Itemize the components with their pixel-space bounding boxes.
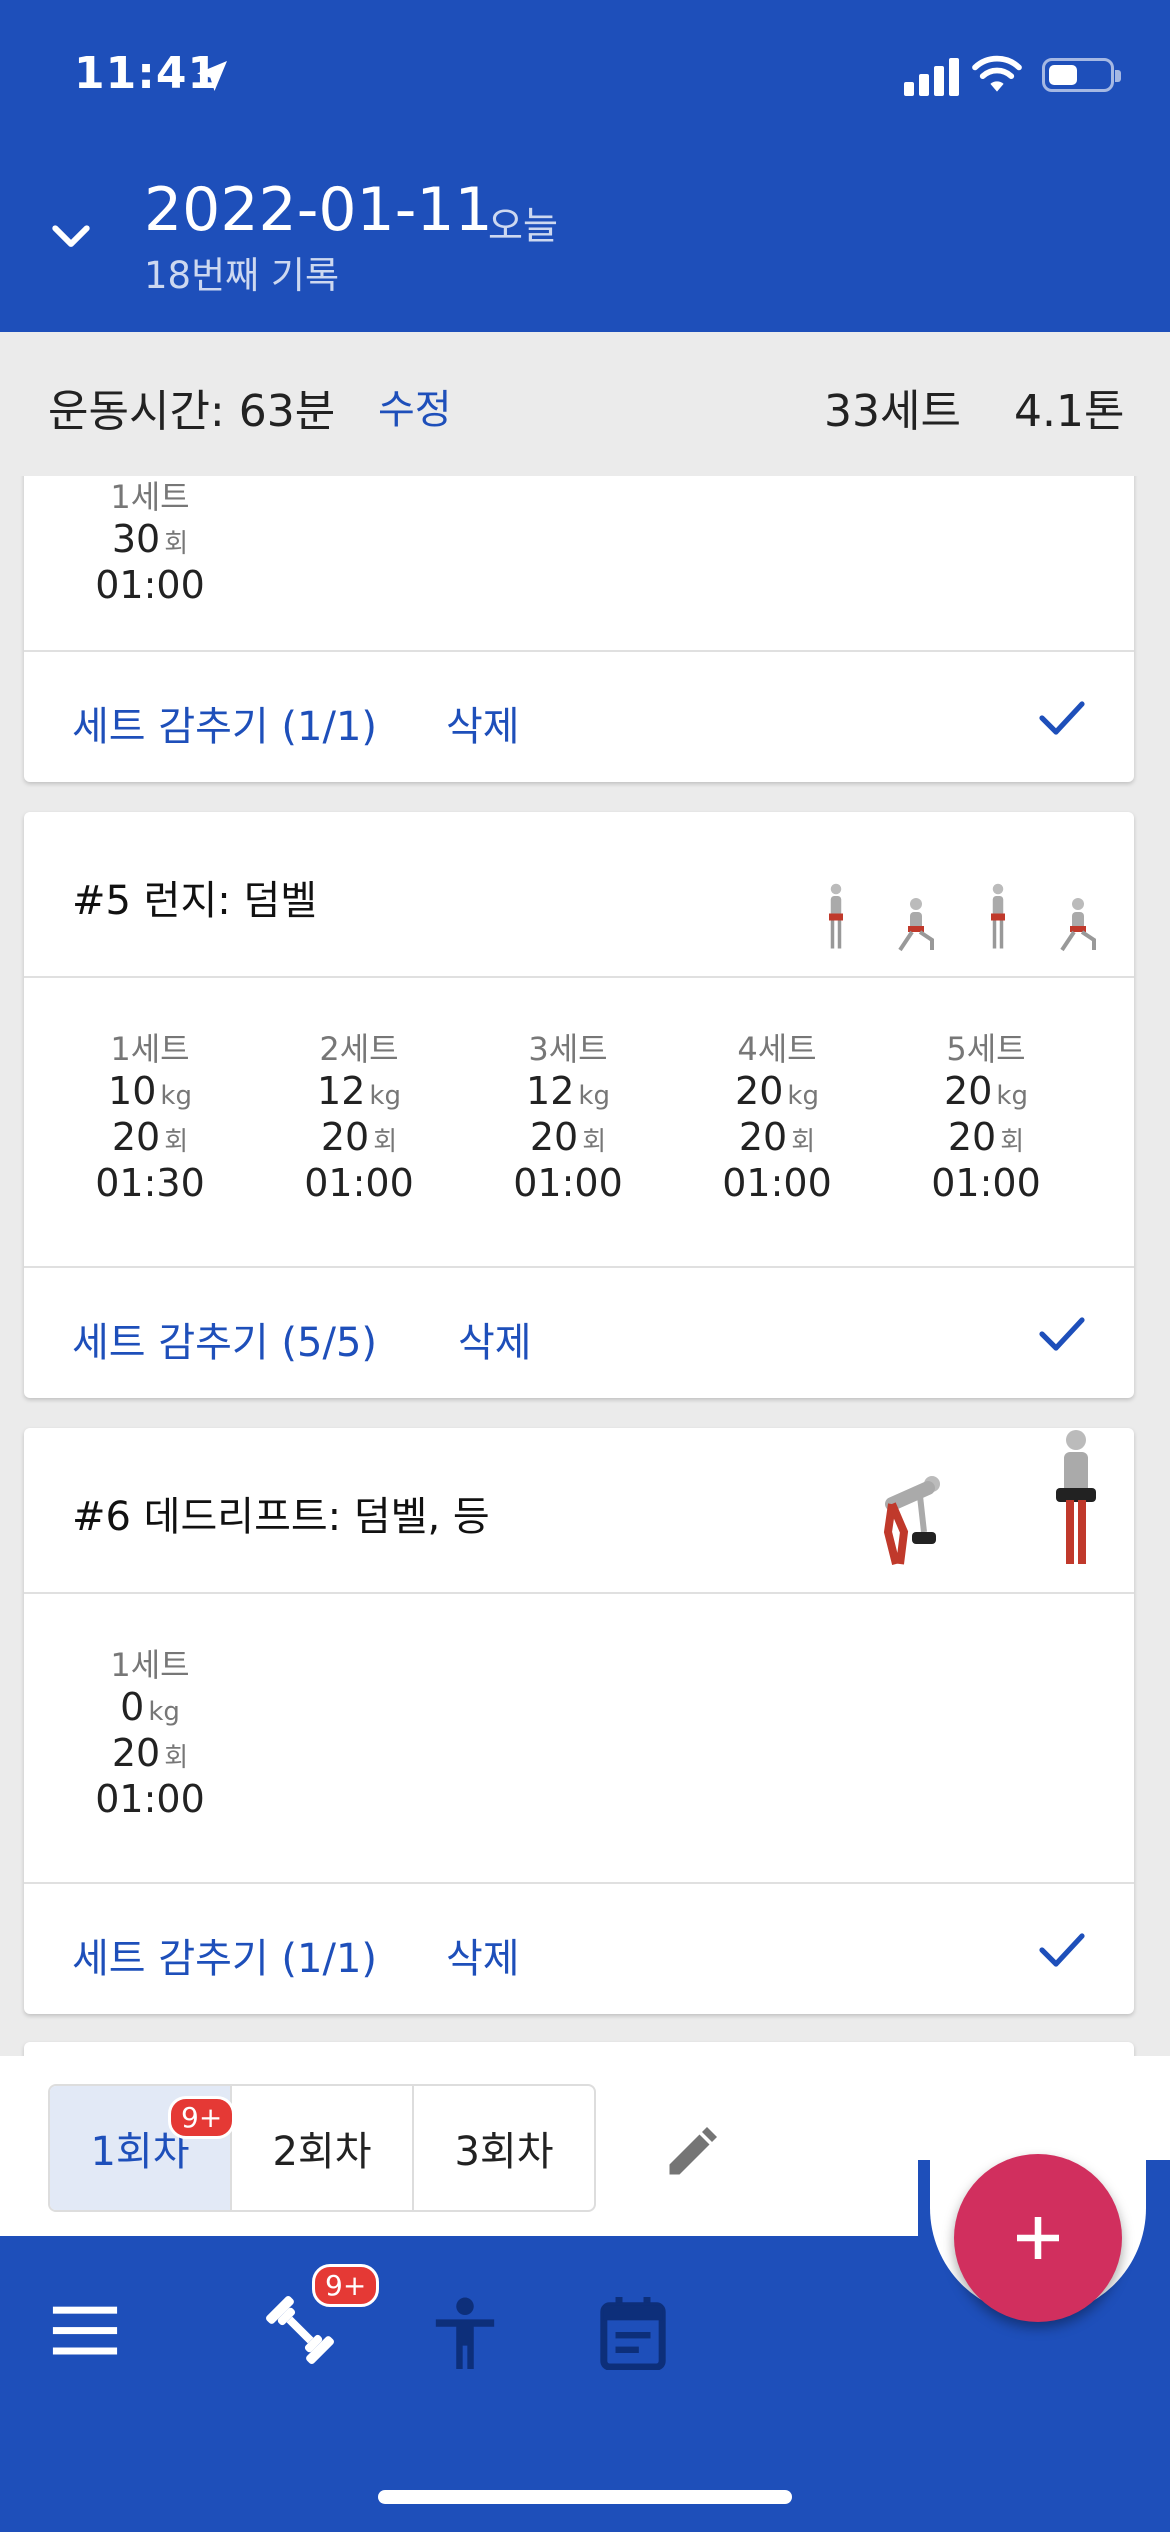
exercise-card: #5 런지: 덤벨 1세트 10 kg 20 회 01:30 2세트 12 kg…: [24, 812, 1134, 1398]
set-item[interactable]: 5세트 20 kg 20 회 01:00: [886, 1024, 1086, 1206]
set-label: 5세트: [946, 1030, 1026, 1068]
set-list: 1세트 0 kg 20 회 01:00: [24, 1594, 1134, 1884]
exercise-title: #5 런지: 덤벨: [72, 878, 318, 924]
set-item[interactable]: 3세트 12 kg 20 회 01:00: [468, 1024, 668, 1206]
set-weight: 12 kg: [317, 1069, 401, 1113]
body-icon[interactable]: [430, 2296, 500, 2372]
exercise-illustrations: [816, 842, 1104, 952]
session-segmented-control: 1회차 9+ 2회차 3회차: [48, 2084, 596, 2212]
set-item[interactable]: 1세트 0 kg 20 회 01:00: [50, 1640, 250, 1822]
chevron-down-icon[interactable]: [44, 208, 98, 262]
exercise-card: 1세트 30 회 01:00 세트 감추기 (1/1) 삭제: [24, 476, 1134, 782]
set-item[interactable]: 1세트 10 kg 20 회 01:30: [50, 1024, 250, 1206]
set-item[interactable]: 4세트 20 kg 20 회 01:00: [677, 1024, 877, 1206]
set-weight: 10 kg: [108, 1069, 192, 1113]
set-time: 01:00: [304, 1161, 414, 1205]
set-time: 01:00: [95, 1777, 205, 1821]
set-label: 1세트: [110, 1030, 190, 1068]
total-sets: 33세트: [824, 386, 961, 437]
set-time: 01:00: [722, 1161, 832, 1205]
app-header: 11:41 2022-01-11 오늘 18번째 기록: [0, 0, 1170, 332]
menu-icon[interactable]: [50, 2300, 120, 2360]
deadlift-standing-figure-icon: [1056, 1430, 1096, 1564]
calendar-icon[interactable]: [598, 2294, 668, 2370]
set-label: 1세트: [110, 478, 190, 516]
set-label: 3세트: [528, 1030, 608, 1068]
lunge-figure-icon: [829, 883, 843, 949]
location-arrow-icon: [197, 61, 227, 91]
deadlift-bent-figure-icon: [883, 1476, 940, 1565]
set-reps: 20 회: [320, 1115, 398, 1159]
set-weight: 20 kg: [944, 1069, 1028, 1113]
set-reps: 20 회: [111, 1115, 189, 1159]
lunge-figure-icon: [1060, 898, 1096, 952]
set-weight: 0 kg: [120, 1685, 180, 1729]
card-header[interactable]: #5 런지: 덤벨: [24, 812, 1134, 978]
battery-icon: [1042, 58, 1121, 92]
set-reps: 30 회: [111, 517, 189, 561]
exercise-card: #6 데드리프트: 덤벨, 등 1세트 0 kg 20 회 01:00 세트 감추기…: [24, 1428, 1134, 2014]
set-time: 01:30: [95, 1161, 205, 1205]
check-icon[interactable]: [1038, 1930, 1086, 1970]
set-label: 2세트: [319, 1030, 399, 1068]
record-number: 18번째 기록: [144, 254, 340, 297]
plus-icon: [1017, 2217, 1059, 2259]
delete-button[interactable]: 삭제: [458, 1310, 532, 1368]
pencil-icon[interactable]: [662, 2122, 722, 2182]
check-icon[interactable]: [1038, 698, 1086, 738]
card-footer: 세트 감추기 (5/5) 삭제: [24, 1268, 1134, 1398]
total-tonnage: 4.1톤: [1014, 386, 1125, 437]
signal-icon: [904, 58, 959, 96]
home-indicator[interactable]: [378, 2490, 792, 2504]
set-list: 1세트 10 kg 20 회 01:30 2세트 12 kg 20 회 01:00 3세…: [24, 978, 1134, 1268]
set-label: 1세트: [110, 1646, 190, 1684]
workout-summary: 운동시간: 63분 수정 33세트 4.1톤: [0, 332, 1170, 476]
set-reps: 20 회: [111, 1731, 189, 1775]
set-reps: 20 회: [947, 1115, 1025, 1159]
set-weight: 20 kg: [735, 1069, 819, 1113]
session-tab-2[interactable]: 2회차: [232, 2086, 414, 2210]
add-exercise-button[interactable]: [954, 2154, 1122, 2322]
today-label: 오늘: [488, 204, 558, 248]
session-badge: 9+: [168, 2096, 236, 2139]
set-item[interactable]: 2세트 12 kg 20 회 01:00: [259, 1024, 459, 1206]
set-time: 01:00: [513, 1161, 623, 1205]
set-time: 01:00: [95, 563, 205, 607]
hide-sets-button[interactable]: 세트 감추기 (1/1): [72, 1926, 377, 1984]
set-weight: 12 kg: [526, 1069, 610, 1113]
delete-button[interactable]: 삭제: [446, 1926, 520, 1984]
edit-duration-button[interactable]: 수정: [378, 377, 452, 435]
delete-button[interactable]: 삭제: [446, 694, 520, 752]
workout-date[interactable]: 2022-01-11: [144, 175, 493, 245]
exercise-illustrations: [868, 1430, 1104, 1568]
set-item[interactable]: 1세트 30 회 01:00: [50, 476, 250, 608]
set-reps: 20 회: [738, 1115, 816, 1159]
card-footer: 세트 감추기 (1/1) 삭제: [24, 1884, 1134, 2014]
lunge-figure-icon: [991, 883, 1005, 949]
session-tab-1[interactable]: 1회차 9+: [50, 2086, 236, 2210]
workout-badge: 9+: [312, 2264, 380, 2307]
hide-sets-button[interactable]: 세트 감추기 (1/1): [72, 694, 377, 752]
exercise-title: #6 데드리프트: 덤벨, 등: [72, 1494, 490, 1540]
card-header[interactable]: #6 데드리프트: 덤벨, 등: [24, 1428, 1134, 1594]
set-label: 4세트: [737, 1030, 817, 1068]
session-tab-3[interactable]: 3회차: [414, 2086, 594, 2210]
lunge-figure-icon: [898, 898, 934, 952]
exercise-list[interactable]: 1세트 30회 01:00 세트 감추기 (1/1) 삭제 #5 런지: 덤벨: [0, 476, 1170, 2056]
hide-sets-button[interactable]: 세트 감추기 (5/5): [72, 1310, 377, 1368]
wifi-icon: [972, 55, 1022, 92]
exercise-card: [24, 2042, 1134, 2056]
card-footer: 세트 감추기 (1/1) 삭제: [24, 652, 1134, 782]
set-reps: 20 회: [529, 1115, 607, 1159]
workout-duration: 운동시간: 63분: [48, 386, 336, 437]
set-time: 01:00: [931, 1161, 1041, 1205]
set-list: 1세트 30 회 01:00: [24, 476, 1134, 652]
check-icon[interactable]: [1038, 1314, 1086, 1354]
